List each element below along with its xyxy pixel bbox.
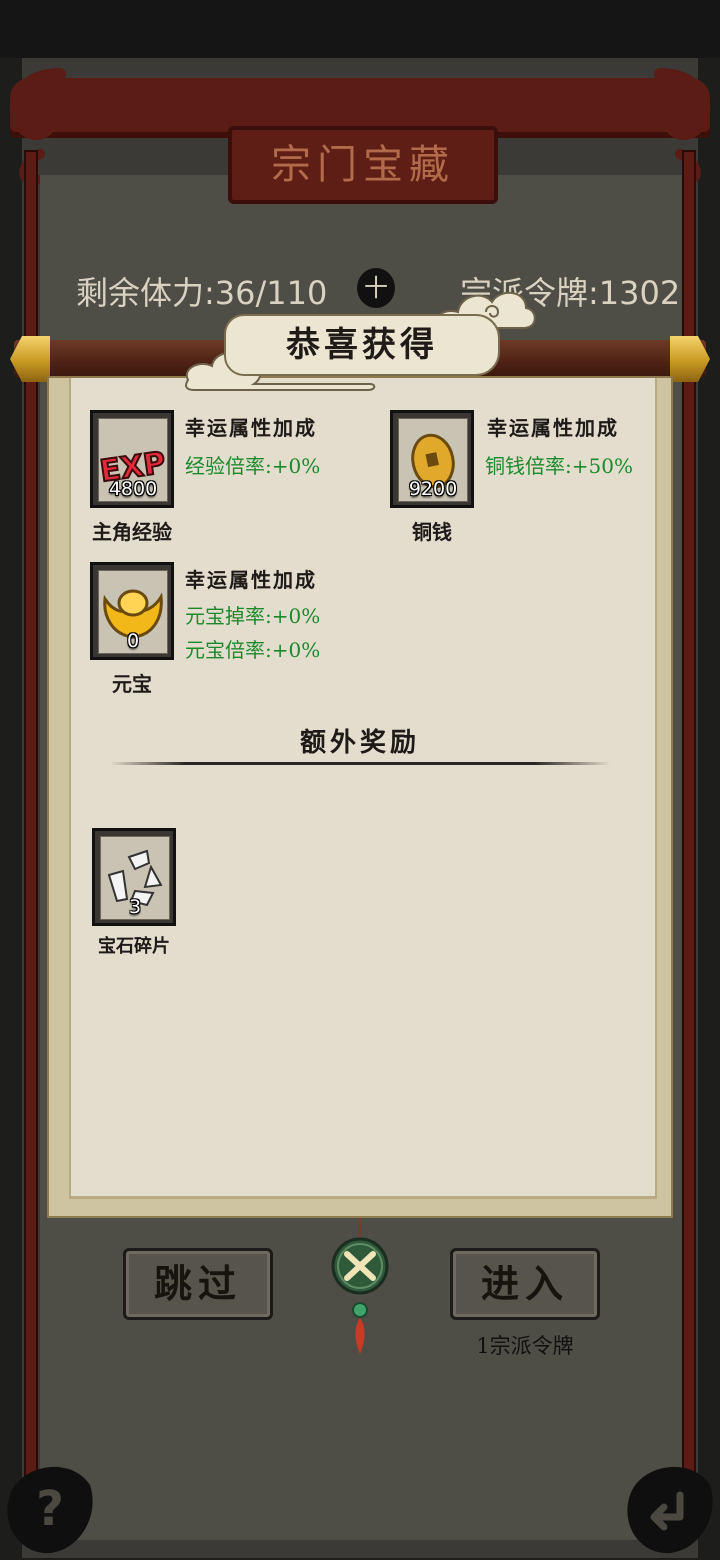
item-name: 主角经验	[92, 520, 172, 544]
congrats-banner: 恭喜获得	[224, 314, 500, 376]
bonus-line: 元宝掉率:+0%	[185, 604, 321, 628]
bonus-title: 幸运属性加成	[185, 568, 317, 592]
crossed-swords-close-icon[interactable]	[325, 1218, 395, 1358]
add-stamina-button[interactable]: 十	[357, 268, 395, 308]
question-mark-icon[interactable]: ?	[0, 1455, 100, 1555]
item-count: 3	[128, 896, 142, 918]
bonus-title: 幸运属性加成	[487, 416, 619, 440]
item-count: 9200	[408, 478, 458, 500]
bonus-line: 铜钱倍率:+50%	[485, 454, 633, 478]
bonus-line: 经验倍率:+0%	[185, 454, 321, 478]
status-bar	[0, 0, 720, 58]
scroll-ornament-right-icon	[654, 68, 711, 184]
item-count: 0	[126, 630, 140, 652]
item-count: 4800	[108, 478, 158, 500]
svg-text:?: ?	[36, 1481, 64, 1537]
reward-item-exp[interactable]: EXP 4800	[90, 410, 174, 508]
scroll-ornament-left-icon	[9, 68, 66, 184]
enter-cost: 1宗派令牌	[476, 1334, 574, 1358]
return-arrow-icon[interactable]	[620, 1455, 720, 1555]
page-title: 宗门宝藏	[271, 142, 455, 188]
item-name: 元宝	[112, 672, 152, 696]
reward-item-copper[interactable]: 9200	[390, 410, 474, 508]
reward-item-ingot[interactable]: 0	[90, 562, 174, 660]
congrats-title: 恭喜获得	[286, 325, 438, 365]
skip-label: 跳过	[153, 1261, 242, 1306]
item-name: 宝石碎片	[98, 936, 170, 957]
divider	[110, 762, 610, 765]
stamina-label: 剩余体力:36/110	[76, 274, 328, 312]
bonus-title: 幸运属性加成	[185, 416, 317, 440]
skip-button[interactable]: 跳过	[123, 1248, 273, 1320]
bonus-line: 元宝倍率:+0%	[185, 638, 321, 662]
extra-rewards-title: 额外奖励	[299, 728, 420, 758]
enter-button[interactable]: 进入	[450, 1248, 600, 1320]
title-plate: 宗门宝藏	[228, 126, 498, 204]
reward-item-gem-shards[interactable]: 3	[92, 828, 176, 926]
item-name: 铜钱	[412, 520, 452, 544]
enter-label: 进入	[480, 1261, 569, 1306]
